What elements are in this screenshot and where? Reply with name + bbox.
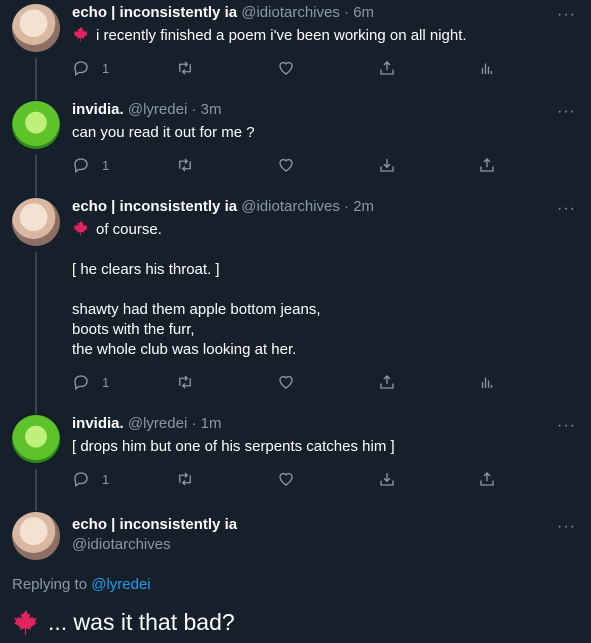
avatar[interactable] xyxy=(12,4,60,52)
display-name[interactable]: invidia. xyxy=(72,101,124,118)
timestamp[interactable]: 3m xyxy=(201,101,222,118)
reply-button[interactable]: 1 xyxy=(72,58,109,78)
reply-count: 1 xyxy=(102,157,110,173)
reply-button[interactable]: 1 xyxy=(72,469,109,489)
analytics-icon xyxy=(481,63,493,74)
tweet-actions: 1 xyxy=(72,58,493,78)
user-handle[interactable]: @lyredei xyxy=(128,101,187,118)
tweet-text: i recently finished a poem i've been wor… xyxy=(72,26,467,46)
like-button[interactable] xyxy=(277,372,295,392)
bookmark-button[interactable] xyxy=(378,469,396,489)
tweet[interactable]: echo | inconsistently ia @idiotarchives … xyxy=(0,0,591,97)
share-button[interactable] xyxy=(378,372,396,392)
share-icon xyxy=(380,375,394,389)
heart-icon xyxy=(279,61,293,75)
tweet-header: echo | inconsistently ia @idiotarchives … xyxy=(72,3,374,23)
reply-icon xyxy=(74,158,88,174)
tweet-actions: 1 xyxy=(72,155,494,175)
tweet-text: of course. [ he clears his throat. ] sha… xyxy=(72,220,320,360)
retweet-button[interactable] xyxy=(176,155,194,175)
reply-count: 1 xyxy=(102,374,110,390)
avatar[interactable] xyxy=(12,512,60,560)
timestamp[interactable]: 1m xyxy=(201,415,222,432)
user-handle[interactable]: @idiotarchives xyxy=(241,4,340,21)
bookmark-button[interactable] xyxy=(378,155,396,175)
more-options-icon[interactable]: ··· xyxy=(557,519,575,540)
analytics-button[interactable] xyxy=(478,372,496,392)
retweet-button[interactable] xyxy=(176,372,194,392)
timestamp[interactable]: 2m xyxy=(353,198,374,215)
share-button[interactable] xyxy=(478,155,496,175)
more-options-icon[interactable]: ··· xyxy=(557,7,575,28)
retweet-icon xyxy=(179,61,191,75)
analytics-button[interactable] xyxy=(478,58,496,78)
avatar[interactable] xyxy=(12,415,60,463)
display-name[interactable]: echo | inconsistently ia xyxy=(72,4,237,21)
tweet-actions: 1 xyxy=(72,372,493,392)
more-options-icon[interactable]: ··· xyxy=(557,201,575,222)
tweet[interactable]: invidia. @lyredei · 3m ··· can you read … xyxy=(0,97,591,194)
analytics-icon xyxy=(481,377,493,388)
maple-leaf-icon xyxy=(73,220,88,236)
tweet[interactable]: echo | inconsistently ia @idiotarchives … xyxy=(0,194,591,412)
heart-icon xyxy=(279,158,293,172)
retweet-icon xyxy=(179,472,191,486)
reply-count: 1 xyxy=(102,60,110,76)
reply-button[interactable]: 1 xyxy=(72,155,109,175)
heart-icon xyxy=(279,472,293,486)
share-button[interactable] xyxy=(378,58,396,78)
share-icon xyxy=(380,61,394,75)
more-options-icon[interactable]: ··· xyxy=(557,104,575,125)
retweet-button[interactable] xyxy=(176,58,194,78)
reply-count: 1 xyxy=(102,471,110,487)
timestamp[interactable]: 6m xyxy=(353,4,374,21)
tweet-text: [ drops him but one of his serpents catc… xyxy=(72,438,395,455)
like-button[interactable] xyxy=(277,155,295,175)
display-name[interactable]: echo | inconsistently ia xyxy=(72,515,237,535)
display-name[interactable]: invidia. xyxy=(72,415,124,432)
replying-to: Replying to @lyredei xyxy=(12,576,151,593)
retweet-icon xyxy=(179,158,191,172)
maple-leaf-icon xyxy=(73,26,88,42)
tweet-header: invidia. @lyredei · 3m xyxy=(72,100,221,120)
retweet-button[interactable] xyxy=(176,469,194,489)
heart-icon xyxy=(279,375,293,389)
main-tweet-text-content: ... was it that bad? xyxy=(48,609,235,635)
replying-to-label: Replying to xyxy=(12,576,88,593)
like-button[interactable] xyxy=(277,469,295,489)
reply-button[interactable]: 1 xyxy=(72,372,109,392)
maple-leaf-icon xyxy=(14,610,37,635)
reply-icon xyxy=(74,61,88,77)
reply-icon xyxy=(74,375,88,391)
main-tweet-author: echo | inconsistently ia @idiotarchives xyxy=(72,515,237,555)
share-icon xyxy=(480,472,494,486)
user-handle[interactable]: @idiotarchives xyxy=(241,198,340,215)
retweet-icon xyxy=(179,375,191,389)
separator-dot: · xyxy=(191,101,197,118)
share-button[interactable] xyxy=(478,469,496,489)
tweet[interactable]: invidia. @lyredei · 1m ··· [ drops him b… xyxy=(0,411,591,508)
avatar[interactable] xyxy=(12,101,60,149)
share-icon xyxy=(480,158,494,172)
tweet-actions: 1 xyxy=(72,469,494,489)
reply-icon xyxy=(74,472,88,488)
more-options-icon[interactable]: ··· xyxy=(557,418,575,439)
separator-dot: · xyxy=(344,4,350,21)
display-name[interactable]: echo | inconsistently ia xyxy=(72,198,237,215)
separator-dot: · xyxy=(191,415,197,432)
separator-dot: · xyxy=(344,198,350,215)
download-icon xyxy=(380,473,394,486)
tweet-header: invidia. @lyredei · 1m xyxy=(72,414,221,434)
tweet-header: echo | inconsistently ia @idiotarchives … xyxy=(72,197,374,217)
user-handle[interactable]: @idiotarchives xyxy=(72,535,237,555)
download-icon xyxy=(380,159,394,172)
replying-to-handle[interactable]: @lyredei xyxy=(91,576,150,593)
tweet-text-content: of course. [ he clears his throat. ] sha… xyxy=(72,221,321,358)
like-button[interactable] xyxy=(277,58,295,78)
avatar[interactable] xyxy=(12,198,60,246)
main-tweet-text: ... was it that bad? xyxy=(12,606,235,638)
tweet-text-content: i recently finished a poem i've been wor… xyxy=(96,27,467,44)
user-handle[interactable]: @lyredei xyxy=(128,415,187,432)
tweet-text: can you read it out for me ? xyxy=(72,124,255,141)
